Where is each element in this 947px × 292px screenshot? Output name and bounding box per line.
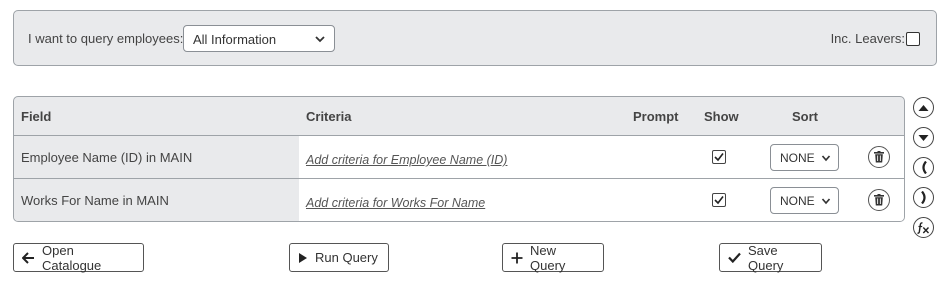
open-bracket-icon [921,161,927,174]
plus-icon [511,252,523,263]
include-leavers-label: Inc. Leavers: [830,31,905,46]
check-icon [714,196,724,205]
close-bracket-icon [920,191,926,204]
chevron-down-icon [315,36,325,43]
check-icon [728,252,741,263]
move-up-button[interactable] [913,97,934,118]
show-checkbox[interactable] [712,150,726,164]
show-checkbox[interactable] [712,193,726,207]
field-cell: Works For Name in MAIN [14,179,299,221]
new-query-label: New Query [530,242,566,273]
include-leavers-checkbox[interactable] [906,32,920,46]
sort-value: NONE [780,151,815,165]
row-detail-cells: Add criteria for Employee Name (ID) NONE [299,136,904,178]
sort-select[interactable]: NONE [770,144,839,171]
play-icon [299,252,307,263]
trash-icon [874,151,884,163]
open-catalogue-label: Open Catalogue [42,242,102,273]
query-panel: I want to query employees: All Informati… [13,10,937,66]
query-fields-grid: Field Criteria Prompt Show Sort Employee… [13,96,905,222]
run-query-label: Run Query [315,250,378,265]
open-bracket-button[interactable] [913,157,934,178]
new-query-button[interactable]: New Query [502,242,604,273]
table-row: Employee Name (ID) in MAIN Add criteria … [14,136,904,179]
move-up-icon [918,104,929,111]
column-header-sort: Sort [792,109,818,124]
query-type-value: All Information [193,32,277,47]
move-down-button[interactable] [913,127,934,148]
column-header-field: Field [21,109,52,124]
open-catalogue-button[interactable]: Open Catalogue [13,242,144,273]
column-header-prompt: Prompt [633,109,679,124]
query-type-select[interactable]: All Information [183,25,335,52]
column-header-show: Show [704,109,739,124]
grid-header: Field Criteria Prompt Show Sort [14,97,904,136]
add-criteria-link[interactable]: Add criteria for Works For Name [306,196,485,210]
column-header-criteria: Criteria [306,109,352,124]
field-name: Works For Name in MAIN [21,193,169,208]
field-cell: Employee Name (ID) in MAIN [14,136,299,178]
move-down-icon [918,134,929,141]
save-query-button[interactable]: Save Query [719,242,822,273]
delete-row-button[interactable] [868,146,890,168]
check-icon [714,153,724,162]
row-detail-cells: Add criteria for Works For Name NONE [299,179,904,221]
arrow-left-icon [22,251,34,264]
sort-select[interactable]: NONE [770,187,839,214]
field-name: Employee Name (ID) in MAIN [21,150,193,165]
sort-value: NONE [780,194,815,208]
query-type-label: I want to query employees: [28,31,184,46]
close-bracket-button[interactable] [913,187,934,208]
save-query-label: Save Query [748,242,784,273]
chevron-down-icon [821,155,831,162]
chevron-down-icon [821,198,831,205]
add-criteria-link[interactable]: Add criteria for Employee Name (ID) [306,153,507,167]
function-icon [917,221,930,234]
table-row: Works For Name in MAIN Add criteria for … [14,179,904,221]
function-button[interactable] [913,217,934,238]
delete-row-button[interactable] [868,189,890,211]
trash-icon [874,194,884,206]
run-query-button[interactable]: Run Query [289,243,389,272]
